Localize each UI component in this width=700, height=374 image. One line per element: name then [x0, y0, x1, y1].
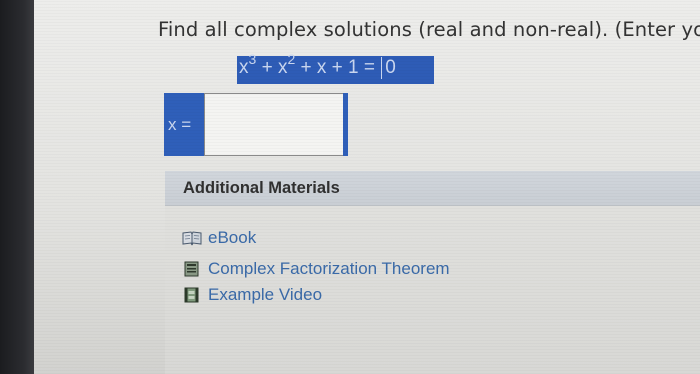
equation-rhs: 0	[381, 57, 396, 79]
equation: x3 + x2 + x + 1 = 0	[237, 52, 434, 84]
question-text: Find all complex solutions (real and non…	[158, 18, 700, 41]
book-icon	[182, 230, 202, 246]
resource-example-video[interactable]: Example Video	[182, 284, 322, 306]
resource-label-theorem: Complex Factorization Theorem	[208, 259, 450, 278]
answer-input[interactable]	[204, 93, 348, 156]
answer-label: x =	[164, 93, 204, 156]
input-focus-edge	[343, 93, 348, 156]
additional-materials-title: Additional Materials	[183, 179, 340, 197]
document-icon	[182, 261, 202, 277]
resource-label-ebook: eBook	[208, 228, 257, 247]
resource-ebook[interactable]: eBook	[182, 227, 256, 249]
equation-tail: + x + 1 =	[295, 57, 381, 78]
monitor-bezel	[0, 0, 34, 374]
equation-base: x	[239, 57, 249, 78]
equation-middle: + x	[256, 57, 288, 78]
additional-materials-header: Additional Materials	[165, 171, 700, 206]
resource-complex-factorization-theorem[interactable]: Complex Factorization Theorem	[182, 258, 450, 280]
video-icon	[182, 287, 202, 303]
resource-label-video: Example Video	[208, 285, 323, 304]
